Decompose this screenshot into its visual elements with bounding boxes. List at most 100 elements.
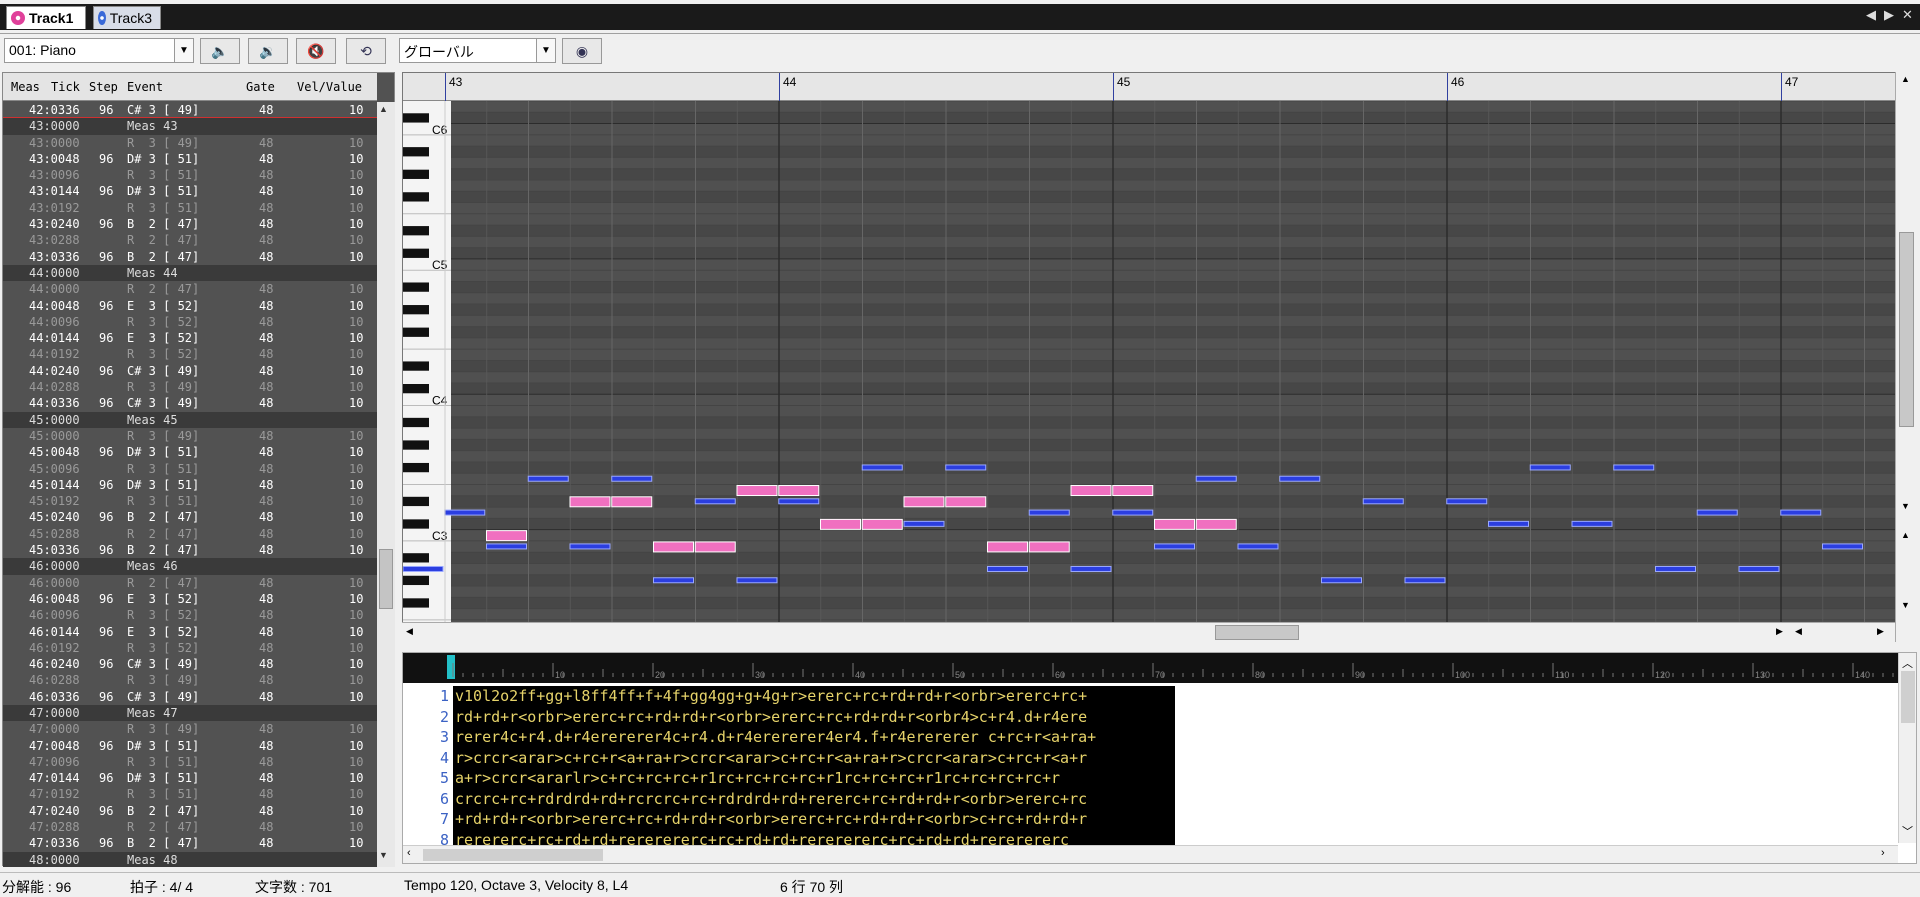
event-row[interactable]: 47:0240 96 B 2 [ 47] 48 10 — [3, 803, 377, 819]
speaker-solo-button[interactable]: 🔉 — [248, 38, 288, 64]
note-active-track[interactable] — [903, 496, 945, 508]
measure-row[interactable]: 45:0000 Meas 45 — [3, 411, 377, 428]
black-key[interactable] — [403, 384, 429, 394]
event-row[interactable]: 45:0240 96 B 2 [ 47] 48 10 — [3, 509, 377, 525]
note-other-track[interactable] — [1279, 475, 1321, 482]
event-row[interactable]: 46:0192 R 3 [ 52] 48 10 — [3, 640, 377, 656]
black-key[interactable] — [403, 192, 429, 202]
col-vel[interactable]: Vel/Value — [297, 80, 362, 94]
chevron-up-icon[interactable]: ︿ — [1902, 655, 1913, 671]
chevron-down-icon[interactable]: ﹀ — [1902, 823, 1913, 839]
note-other-track[interactable] — [1154, 543, 1195, 550]
note-active-track[interactable] — [694, 541, 736, 553]
col-step[interactable]: Step — [89, 80, 118, 94]
note-other-track[interactable] — [403, 565, 444, 572]
note-other-track[interactable] — [1321, 577, 1362, 584]
measure-ruler[interactable]: 43 44 45 46 47 — [403, 73, 1898, 101]
note-active-track[interactable] — [736, 485, 778, 497]
mml-line[interactable]: 5 a+r>crcr<ararlr>c+rc+rc+rc+r1rc+rc+rc+r… — [403, 768, 1898, 789]
event-row[interactable]: 42:0336 96 C# 3 [ 49] 48 10 — [3, 102, 377, 119]
piano-roll-grid[interactable]: C6C5C4C3 — [403, 101, 1896, 623]
black-key[interactable] — [403, 519, 429, 529]
note-other-track[interactable] — [903, 520, 945, 527]
scroll-right-icon[interactable]: ▶ — [1776, 626, 1783, 637]
measure-row[interactable]: 47:0000 Meas 47 — [3, 704, 377, 722]
chevron-left-icon[interactable]: ‹ — [407, 847, 411, 859]
scroll-thumb[interactable] — [1899, 232, 1914, 427]
event-row[interactable]: 46:0240 96 C# 3 [ 49] 48 10 — [3, 656, 377, 672]
note-active-track[interactable] — [861, 518, 903, 530]
note-other-track[interactable] — [1780, 509, 1822, 516]
note-active-track[interactable] — [486, 530, 527, 542]
note-active-track[interactable] — [653, 541, 694, 553]
event-row[interactable]: 46:0144 96 E 3 [ 52] 48 10 — [3, 624, 377, 640]
event-row[interactable]: 44:0336 96 C# 3 [ 49] 48 10 — [3, 395, 377, 411]
close-icon[interactable]: ✕ — [1902, 8, 1913, 22]
mml-line-text[interactable]: a+r>crcr<ararlr>c+rc+rc+rc+r1rc+rc+rc+rc… — [453, 768, 1175, 789]
col-meas[interactable]: Meas — [11, 80, 40, 94]
col-gate[interactable]: Gate — [246, 80, 275, 94]
event-row[interactable]: 43:0288 R 2 [ 47] 48 10 — [3, 232, 377, 248]
mml-editor[interactable]: 102030405060708090100110120130140 1v10l2… — [402, 652, 1917, 864]
mml-line[interactable]: 4 r>crcr<arar>c+rc+r<a+ra+r>crcr<arar>c+r… — [403, 747, 1898, 768]
note-other-track[interactable] — [1362, 498, 1404, 505]
scroll-up-icon[interactable]: ▲ — [1901, 74, 1910, 84]
event-row[interactable]: 44:0192 R 3 [ 52] 48 10 — [3, 346, 377, 362]
note-other-track[interactable] — [611, 475, 653, 482]
mml-text-area[interactable]: 1 v10l2o2ff+gg+l8ff4ff+f+4f+gg4gg+g+4g+r>… — [403, 686, 1898, 846]
mml-hscroll[interactable]: ‹ › — [403, 845, 1898, 863]
event-row[interactable]: 44:0144 96 E 3 [ 52] 48 10 — [3, 330, 377, 346]
note-other-track[interactable] — [527, 475, 569, 482]
event-row[interactable]: 45:0096 R 3 [ 51] 48 10 — [3, 461, 377, 477]
note-other-track[interactable] — [486, 543, 527, 550]
col-event[interactable]: Event — [127, 80, 163, 94]
black-key[interactable] — [403, 327, 429, 337]
mml-line-text[interactable]: v10l2o2ff+gg+l8ff4ff+f+4f+gg4gg+g+4g+r>e… — [453, 686, 1175, 707]
measure-marker[interactable]: 44 — [779, 73, 799, 101]
measure-row[interactable]: 43:0000 Meas 43 — [3, 118, 377, 135]
scope-select[interactable]: グローバル ▼ — [399, 38, 556, 63]
event-list[interactable]: 42:0336 96 C# 3 [ 49] 48 10 43:0000 Meas 43 43:… — [3, 102, 377, 867]
event-row[interactable]: 47:0192 R 3 [ 51] 48 10 — [3, 786, 377, 802]
note-other-track[interactable] — [778, 498, 820, 505]
zoom-up-icon[interactable]: ▲ — [1901, 530, 1910, 540]
event-row[interactable]: 46:0000 R 2 [ 47] 48 10 — [3, 575, 377, 591]
event-row[interactable]: 44:0000 R 2 [ 47] 48 10 — [3, 281, 377, 297]
mml-line-text[interactable]: +rd+rd+r<orbr>ererc+rc+rd+rd+r<orbr>erer… — [453, 809, 1175, 830]
event-row[interactable]: 45:0288 R 2 [ 47] 48 10 — [3, 526, 377, 542]
event-row[interactable]: 47:0288 R 2 [ 47] 48 10 — [3, 819, 377, 835]
chevron-down-icon[interactable]: ▼ — [174, 39, 193, 62]
event-list-scrollbar[interactable]: ▲ ▼ — [377, 102, 395, 867]
scroll-down-icon[interactable]: ▼ — [1901, 501, 1910, 511]
note-active-track[interactable] — [987, 541, 1028, 553]
note-active-track[interactable] — [820, 518, 861, 530]
measure-marker[interactable]: 43 — [445, 73, 465, 101]
note-other-track[interactable] — [861, 464, 903, 471]
note-other-track[interactable] — [1571, 520, 1613, 527]
note-other-track[interactable] — [653, 577, 694, 584]
scroll-down-icon[interactable]: ▼ — [379, 850, 388, 860]
event-row[interactable]: 43:0096 R 3 [ 51] 48 10 — [3, 167, 377, 183]
note-other-track[interactable] — [694, 498, 736, 505]
measure-row[interactable]: 44:0000 Meas 44 — [3, 264, 377, 282]
note-other-track[interactable] — [1446, 498, 1488, 505]
note-other-track[interactable] — [1738, 565, 1780, 572]
note-active-track[interactable] — [1070, 485, 1112, 497]
event-row[interactable]: 46:0048 96 E 3 [ 52] 48 10 — [3, 591, 377, 607]
measure-marker[interactable]: 46 — [1447, 73, 1467, 101]
speaker-button[interactable]: 🔈 — [200, 38, 240, 64]
event-row[interactable]: 45:0144 96 D# 3 [ 51] 48 10 — [3, 477, 377, 493]
event-row[interactable]: 45:0192 R 3 [ 51] 48 10 — [3, 493, 377, 509]
black-key[interactable] — [403, 282, 429, 292]
event-row[interactable]: 47:0096 R 3 [ 51] 48 10 — [3, 754, 377, 770]
scroll-left-icon[interactable]: ◀ — [406, 626, 413, 637]
scroll-thumb[interactable] — [1901, 671, 1915, 723]
note-other-track[interactable] — [1655, 565, 1696, 572]
note-other-track[interactable] — [1529, 464, 1571, 471]
event-row[interactable]: 43:0192 R 3 [ 51] 48 10 — [3, 200, 377, 216]
black-key[interactable] — [403, 417, 429, 428]
event-row[interactable]: 45:0336 96 B 2 [ 47] 48 10 — [3, 542, 377, 558]
note-other-track[interactable] — [945, 464, 987, 471]
note-other-track[interactable] — [1028, 509, 1070, 516]
event-row[interactable]: 46:0336 96 C# 3 [ 49] 48 10 — [3, 689, 377, 705]
